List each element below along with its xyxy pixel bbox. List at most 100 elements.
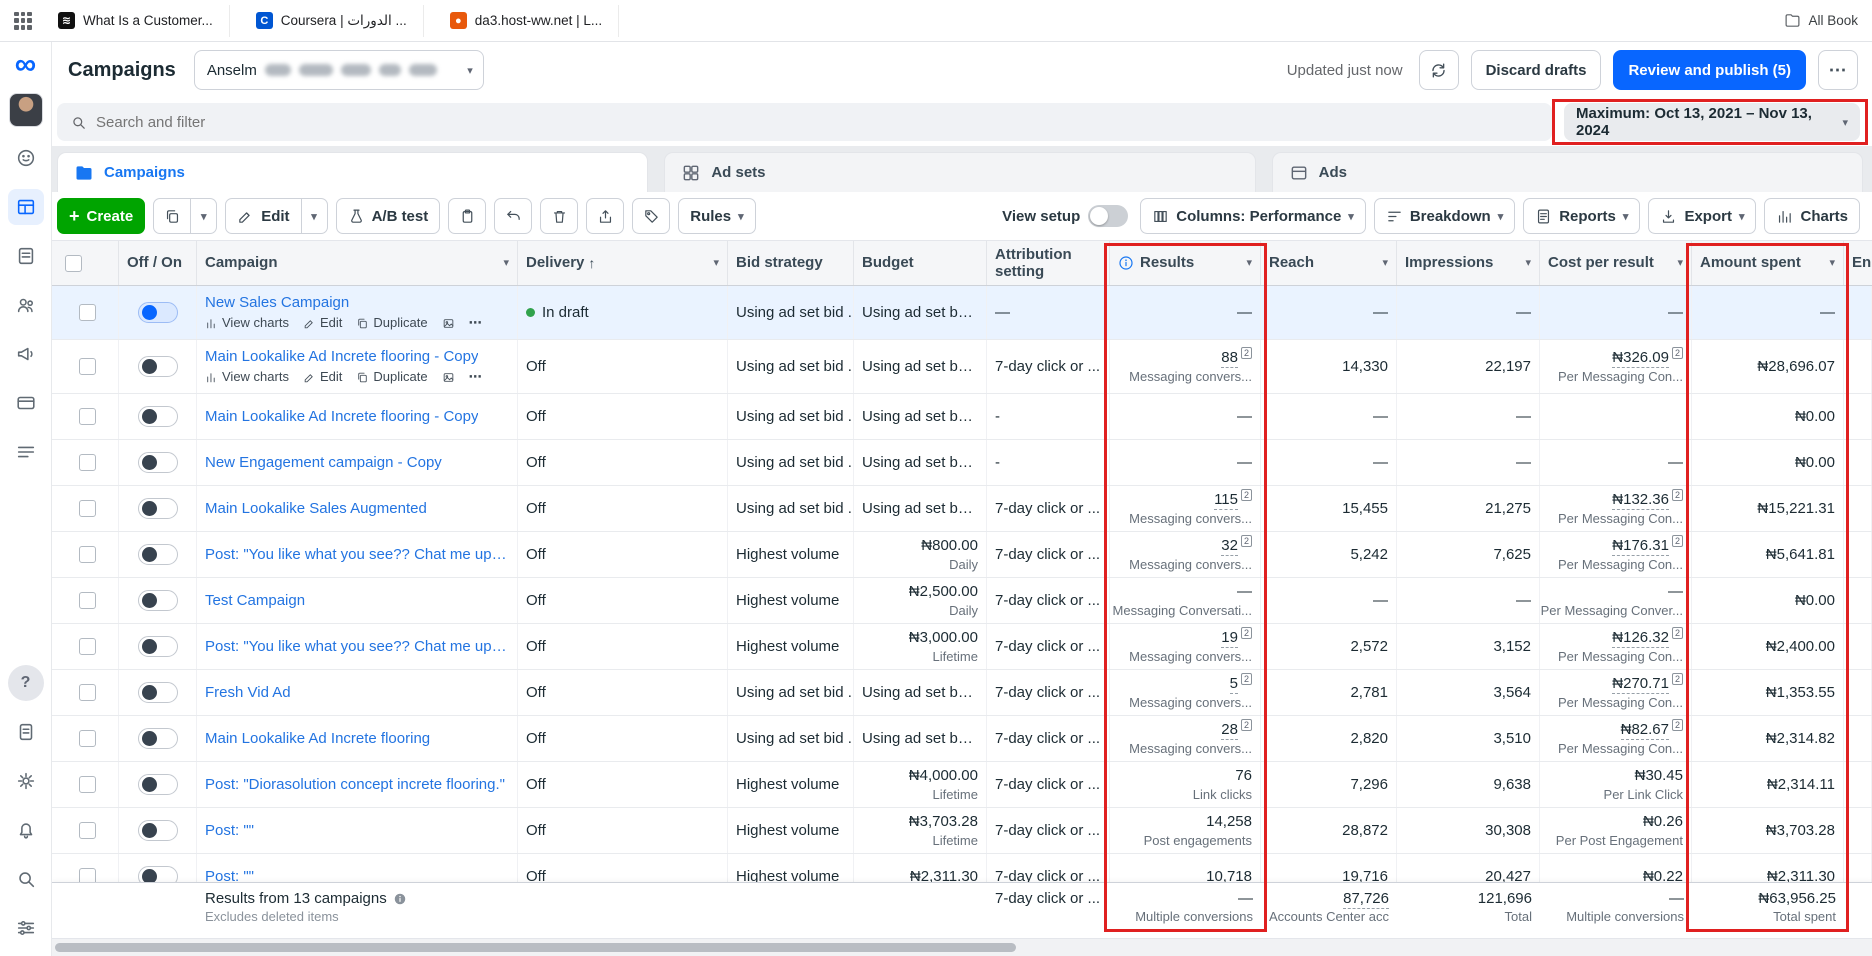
undo-button[interactable] bbox=[494, 198, 532, 234]
campaign-toggle[interactable] bbox=[138, 452, 178, 473]
campaign-name-link[interactable]: Test Campaign bbox=[205, 592, 305, 610]
help-button[interactable]: ? bbox=[8, 665, 44, 701]
duplicate-action[interactable]: Duplicate bbox=[356, 369, 427, 385]
avatar[interactable] bbox=[9, 93, 43, 127]
campaign-name-link[interactable]: Main Lookalike Ad Increte flooring bbox=[205, 730, 430, 748]
campaign-name-link[interactable]: Post: "You like what you see?? Chat me u… bbox=[205, 546, 509, 564]
sidebar-item-campaigns[interactable] bbox=[8, 189, 44, 225]
campaign-name-link[interactable]: New Engagement campaign - Copy bbox=[205, 454, 442, 472]
campaign-toggle[interactable] bbox=[138, 682, 178, 703]
campaign-toggle[interactable] bbox=[138, 774, 178, 795]
sidebar-item-billing[interactable] bbox=[8, 385, 44, 421]
row-checkbox[interactable] bbox=[79, 358, 96, 375]
pin-image-action[interactable] bbox=[442, 371, 455, 384]
sidebar-item-pages[interactable] bbox=[8, 238, 44, 274]
more-actions[interactable]: ⋯ bbox=[469, 369, 483, 385]
campaign-toggle[interactable] bbox=[138, 406, 178, 427]
column-header-ends[interactable]: En bbox=[1844, 241, 1872, 285]
scrollbar-thumb[interactable] bbox=[55, 943, 1016, 952]
row-checkbox[interactable] bbox=[79, 638, 96, 655]
campaign-toggle[interactable] bbox=[138, 636, 178, 657]
campaign-name-link[interactable]: Fresh Vid Ad bbox=[205, 684, 291, 702]
column-header-impressions[interactable]: Impressions▾ bbox=[1397, 241, 1540, 285]
sidebar-item-audiences[interactable] bbox=[8, 287, 44, 323]
column-header-attribution[interactable]: Attribution setting bbox=[987, 241, 1110, 285]
sidebar-item-all-tools[interactable] bbox=[8, 434, 44, 470]
create-button[interactable]: +Create bbox=[57, 198, 145, 234]
search-input[interactable] bbox=[96, 114, 1539, 131]
column-header-results[interactable]: Results▾ bbox=[1110, 241, 1261, 285]
row-checkbox[interactable] bbox=[79, 304, 96, 321]
tag-button[interactable] bbox=[632, 198, 670, 234]
charts-button[interactable]: Charts bbox=[1764, 198, 1860, 234]
view-setup-toggle[interactable] bbox=[1088, 205, 1128, 227]
settings-button[interactable] bbox=[8, 763, 44, 799]
campaign-toggle[interactable] bbox=[138, 544, 178, 565]
duplicate-action[interactable]: Duplicate bbox=[356, 315, 427, 331]
campaign-name-link[interactable]: New Sales Campaign bbox=[205, 294, 349, 312]
campaign-name-link[interactable]: Post: "Diorasolution concept increte flo… bbox=[205, 776, 505, 794]
columns-button[interactable]: Columns: Performance▾ bbox=[1140, 198, 1366, 234]
row-checkbox[interactable] bbox=[79, 546, 96, 563]
edit-action[interactable]: Edit bbox=[303, 315, 342, 331]
campaign-name-link[interactable]: Main Lookalike Sales Augmented bbox=[205, 500, 427, 518]
campaign-name-link[interactable]: Post: "You like what you see?? Chat me u… bbox=[205, 638, 509, 656]
browser-tab-2[interactable]: C Coursera | الدورات ... bbox=[240, 5, 424, 37]
browser-tab-1[interactable]: ≋ What Is a Customer... bbox=[42, 5, 230, 37]
preferences-button[interactable] bbox=[8, 910, 44, 946]
campaign-toggle[interactable] bbox=[138, 302, 178, 323]
campaign-name-link[interactable]: Main Lookalike Ad Increte flooring - Cop… bbox=[205, 408, 478, 426]
view-charts-action[interactable]: View charts bbox=[205, 315, 289, 331]
search-filter-box[interactable] bbox=[57, 103, 1552, 141]
pin-image-action[interactable] bbox=[442, 317, 455, 330]
row-checkbox[interactable] bbox=[79, 776, 96, 793]
campaign-toggle[interactable] bbox=[138, 728, 178, 749]
browser-tab-3[interactable]: ● da3.host-ww.net | L... bbox=[434, 5, 619, 37]
edit-dropdown[interactable]: ▾ bbox=[302, 198, 328, 234]
search-nav-button[interactable] bbox=[8, 861, 44, 897]
tab-ads[interactable]: Ads bbox=[1272, 152, 1863, 192]
edit-action[interactable]: Edit bbox=[303, 369, 342, 385]
column-header-reach[interactable]: Reach▾ bbox=[1261, 241, 1397, 285]
column-header-campaign[interactable]: Campaign▾ bbox=[197, 241, 518, 285]
row-checkbox[interactable] bbox=[79, 822, 96, 839]
account-selector[interactable]: Anselm ▾ bbox=[194, 50, 484, 90]
tab-campaigns[interactable]: Campaigns bbox=[57, 152, 648, 192]
column-header-cost-per-result[interactable]: Cost per result▾ bbox=[1540, 241, 1692, 285]
sidebar-item-overview[interactable] bbox=[8, 140, 44, 176]
row-checkbox[interactable] bbox=[79, 454, 96, 471]
view-charts-action[interactable]: View charts bbox=[205, 369, 289, 385]
column-header-amount-spent[interactable]: Amount spent▾ bbox=[1692, 241, 1844, 285]
campaign-name-link[interactable]: Main Lookalike Ad Increte flooring - Cop… bbox=[205, 348, 478, 366]
clipboard-button[interactable] bbox=[448, 198, 486, 234]
more-actions[interactable]: ⋯ bbox=[469, 315, 483, 331]
tab-adsets[interactable]: Ad sets bbox=[664, 152, 1255, 192]
discard-drafts-button[interactable]: Discard drafts bbox=[1471, 50, 1602, 90]
delete-button[interactable] bbox=[540, 198, 578, 234]
date-range-selector[interactable]: Maximum: Oct 13, 2021 – Nov 13, 2024 ▾ bbox=[1564, 103, 1860, 141]
column-header-off-on[interactable]: Off / On bbox=[119, 241, 197, 285]
campaign-toggle[interactable] bbox=[138, 498, 178, 519]
column-header-bid-strategy[interactable]: Bid strategy bbox=[728, 241, 854, 285]
edit-button[interactable]: Edit bbox=[225, 198, 301, 234]
sidebar-item-feed[interactable] bbox=[8, 714, 44, 750]
duplicate-dropdown[interactable]: ▾ bbox=[191, 198, 217, 234]
review-publish-button[interactable]: Review and publish (5) bbox=[1613, 50, 1806, 90]
ab-test-button[interactable]: A/B test bbox=[336, 198, 441, 234]
row-checkbox[interactable] bbox=[79, 500, 96, 517]
breakdown-button[interactable]: Breakdown▾ bbox=[1374, 198, 1515, 234]
column-header-budget[interactable]: Budget bbox=[854, 241, 987, 285]
campaign-toggle[interactable] bbox=[138, 590, 178, 611]
rules-button[interactable]: Rules▾ bbox=[678, 198, 755, 234]
campaign-toggle[interactable] bbox=[138, 820, 178, 841]
column-header-delivery[interactable]: Delivery↑▾ bbox=[518, 241, 728, 285]
campaign-toggle[interactable] bbox=[138, 356, 178, 377]
row-checkbox[interactable] bbox=[79, 730, 96, 747]
campaign-name-link[interactable]: Post: "" bbox=[205, 822, 254, 840]
row-checkbox[interactable] bbox=[79, 408, 96, 425]
row-checkbox[interactable] bbox=[79, 684, 96, 701]
refresh-button[interactable] bbox=[1419, 50, 1459, 90]
reports-button[interactable]: Reports▾ bbox=[1523, 198, 1640, 234]
tab-grid-icon[interactable] bbox=[14, 12, 32, 30]
more-options-button[interactable]: ⋯ bbox=[1818, 50, 1858, 90]
